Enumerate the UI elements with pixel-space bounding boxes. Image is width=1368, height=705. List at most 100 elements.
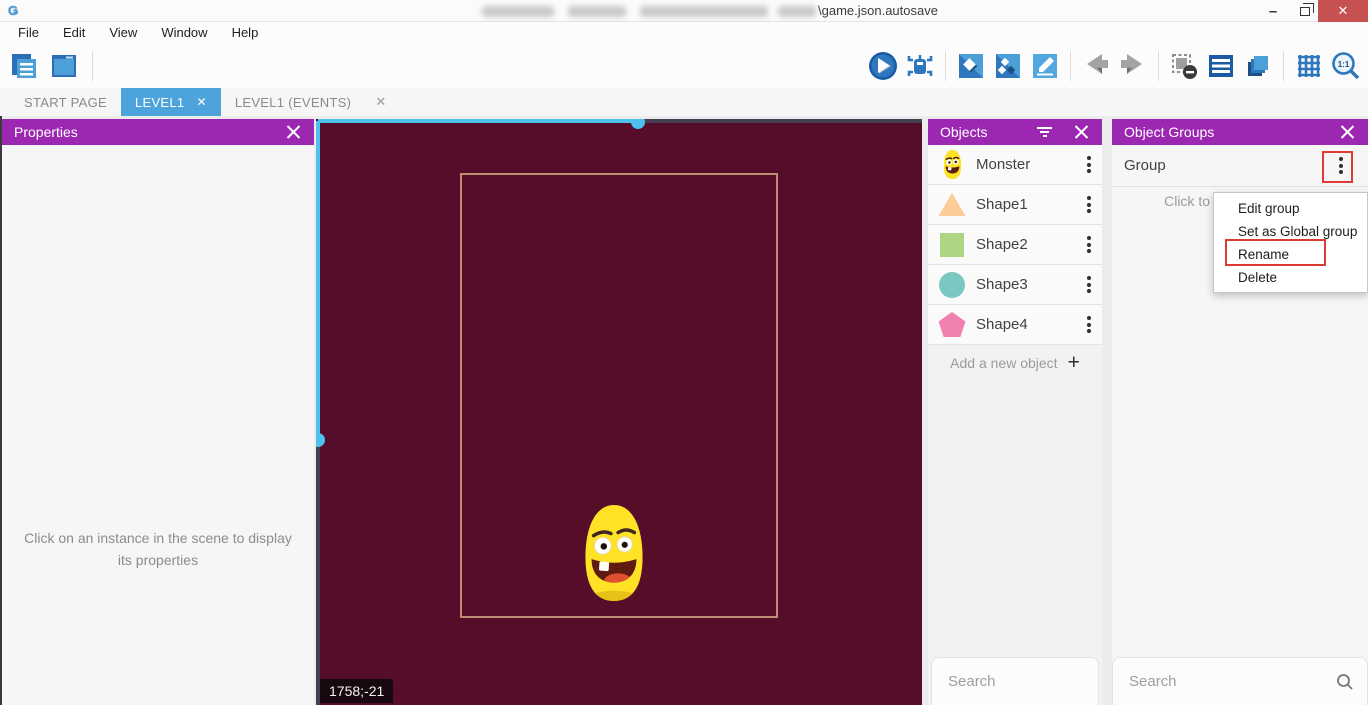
object-row-monster[interactable]: Monster [928, 145, 1102, 185]
object-groups-close-icon[interactable] [1340, 124, 1356, 140]
object-name: Monster [976, 156, 1076, 173]
play-icon[interactable] [867, 50, 899, 82]
object-menu-icon[interactable] [1076, 312, 1102, 337]
object-menu-icon[interactable] [1076, 192, 1102, 217]
object-name: Shape1 [976, 196, 1076, 213]
grid-icon[interactable] [1293, 50, 1325, 82]
vertical-scrollbar-track[interactable] [316, 440, 320, 705]
title-blur-segment [778, 6, 816, 17]
objects-search [931, 657, 1099, 705]
menu-bar: File Edit View Window Help [0, 22, 1368, 44]
object-menu-icon[interactable] [1076, 152, 1102, 177]
tab-level1-close-icon[interactable]: ✕ [196, 95, 206, 109]
groups-search [1112, 657, 1368, 705]
properties-panel: Properties Click on an instance in the s… [2, 119, 314, 705]
layers-icon[interactable] [1242, 50, 1274, 82]
zoom-1-1-icon[interactable]: 1:1 [1330, 50, 1362, 82]
monster-thumbnail [928, 149, 976, 180]
horizontal-scrollbar-handle[interactable] [631, 119, 645, 129]
vertical-scrollbar-thumb[interactable] [316, 121, 320, 440]
toolbar-separator [1283, 51, 1284, 81]
start-page-icon[interactable] [48, 50, 80, 82]
tab-start-page[interactable]: START PAGE [10, 88, 121, 116]
horizontal-scrollbar-track[interactable] [638, 119, 922, 123]
menu-help[interactable]: Help [222, 22, 269, 44]
objects-title: Objects [940, 124, 1037, 140]
pentagon-thumbnail [939, 312, 966, 337]
object-row-shape1[interactable]: Shape1 [928, 185, 1102, 225]
close-window-button[interactable]: ✕ [1318, 0, 1368, 22]
redo-icon[interactable] [1117, 50, 1149, 82]
object-row-shape3[interactable]: Shape3 [928, 265, 1102, 305]
vertical-scrollbar-handle[interactable] [316, 433, 325, 447]
debug-icon[interactable] [904, 50, 936, 82]
objects-close-icon[interactable] [1074, 124, 1090, 140]
tab-level1-events[interactable]: LEVEL1 (EVENTS) [221, 88, 366, 116]
properties-title: Properties [14, 124, 286, 140]
add-group-hint: Click to [1112, 193, 1210, 209]
tab-level1[interactable]: LEVEL1 ✕ [121, 88, 221, 116]
toolbar-separator [1070, 51, 1071, 81]
delete-selection-icon[interactable] [1168, 50, 1200, 82]
toolbar-separator [945, 51, 946, 81]
window-title: \game.json.autosave [818, 3, 938, 18]
editor-tab-bar: START PAGE LEVEL1 ✕ LEVEL1 (EVENTS) ✕ [0, 88, 1368, 116]
monster-instance[interactable] [578, 502, 650, 604]
scene-canvas[interactable]: 1758;-21 [316, 119, 922, 705]
menu-rename[interactable]: Rename [1214, 243, 1367, 266]
circle-thumbnail [939, 272, 965, 298]
svg-text:1:1: 1:1 [1338, 60, 1350, 69]
search-icon [1335, 672, 1355, 692]
horizontal-scrollbar-thumb[interactable] [318, 119, 638, 123]
menu-delete[interactable]: Delete [1214, 266, 1367, 289]
plus-icon: + [1068, 353, 1080, 373]
add-instances-icon[interactable] [992, 50, 1024, 82]
groups-search-input[interactable] [1129, 673, 1335, 690]
object-menu-icon[interactable] [1076, 272, 1102, 297]
title-blur-segment [568, 6, 626, 17]
restore-icon [1300, 7, 1310, 16]
title-blur-segment [482, 6, 554, 17]
object-name: Shape3 [976, 276, 1076, 293]
instances-list-icon[interactable] [1205, 50, 1237, 82]
title-blur-segment [640, 6, 768, 17]
menu-set-global-group[interactable]: Set as Global group [1214, 220, 1367, 243]
group-row[interactable]: Group [1112, 145, 1368, 187]
cursor-coordinates: 1758;-21 [320, 679, 393, 703]
object-groups-header: Object Groups [1112, 119, 1368, 145]
filter-icon[interactable] [1037, 127, 1052, 137]
toolbar-separator [1158, 51, 1159, 81]
project-manager-icon[interactable] [8, 50, 40, 82]
object-name: Shape4 [976, 316, 1076, 333]
properties-hint: Click on an instance in the scene to dis… [16, 527, 300, 572]
object-menu-icon[interactable] [1076, 232, 1102, 257]
object-row-shape4[interactable]: Shape4 [928, 305, 1102, 345]
properties-header: Properties [2, 119, 314, 145]
menu-edit-group[interactable]: Edit group [1214, 197, 1367, 220]
add-new-object-button[interactable]: Add a new object + [928, 345, 1102, 381]
triangle-thumbnail [939, 193, 966, 216]
gdevelop-window: Ǥ \game.json.autosave – ✕ File Edit View… [0, 0, 1368, 705]
object-name: Shape2 [976, 236, 1076, 253]
properties-close-icon[interactable] [286, 124, 302, 140]
new-object-icon[interactable] [955, 50, 987, 82]
toolbar: 1:1 [0, 44, 1368, 88]
edit-scene-icon[interactable] [1029, 50, 1061, 82]
objects-header: Objects [928, 119, 1102, 145]
restore-button[interactable] [1290, 0, 1320, 22]
menu-window[interactable]: Window [151, 22, 217, 44]
title-bar: Ǥ \game.json.autosave – ✕ [0, 0, 1368, 22]
tab-level1-events-close-icon[interactable]: ✕ [365, 88, 396, 116]
menu-file[interactable]: File [8, 22, 49, 44]
minimize-button[interactable]: – [1258, 0, 1288, 22]
menu-view[interactable]: View [99, 22, 147, 44]
toolbar-separator [92, 51, 93, 81]
group-menu-icon[interactable] [1328, 153, 1354, 178]
square-thumbnail [940, 233, 964, 257]
group-name: Group [1124, 157, 1328, 174]
object-row-shape2[interactable]: Shape2 [928, 225, 1102, 265]
objects-panel: Objects Monster [928, 119, 1102, 705]
group-context-menu: Edit group Set as Global group Rename De… [1213, 192, 1368, 293]
menu-edit[interactable]: Edit [53, 22, 95, 44]
undo-icon[interactable] [1080, 50, 1112, 82]
